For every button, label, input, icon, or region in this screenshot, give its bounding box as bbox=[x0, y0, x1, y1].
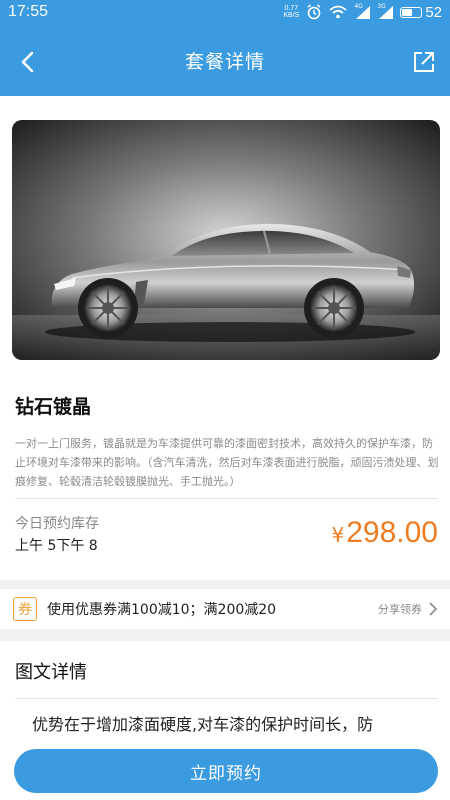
hero-section bbox=[0, 96, 450, 370]
status-time: 17:55 bbox=[8, 3, 49, 20]
share-coupon-link[interactable]: 分享领券 bbox=[378, 601, 422, 617]
net-speed: 0.77 KB/S bbox=[283, 5, 299, 19]
product-description: 一对一上门服务，镀晶就是为车漆提供可靠的漆面密封技术，高效持久的保护车漆，防止环… bbox=[15, 437, 439, 488]
stock-label: 今日预约库存 bbox=[15, 516, 99, 532]
divider bbox=[15, 698, 438, 699]
price: ¥ 298.00 bbox=[332, 516, 439, 550]
battery-level: 52 bbox=[425, 3, 442, 21]
page-title: 套餐详情 bbox=[184, 50, 265, 73]
alarm-icon bbox=[307, 4, 321, 20]
price-amount: 298.00 bbox=[346, 516, 438, 549]
status-bar: 17:55 0.77 KB/S 4G 3G 52 bbox=[0, 0, 450, 24]
signal-3g-icon: 3G bbox=[377, 3, 394, 19]
net-speed-value: 0.77 bbox=[284, 5, 299, 12]
coupon-text: 使用优惠券满100减10；满200减20 bbox=[47, 602, 277, 618]
net-speed-unit: KB/S bbox=[283, 12, 300, 19]
signal-4g-label: 4G bbox=[354, 3, 363, 10]
wifi-icon bbox=[329, 5, 347, 19]
battery: 52 bbox=[400, 4, 442, 21]
coupon-icon: 券 bbox=[13, 597, 37, 621]
bottom-bar: 立即预约 bbox=[0, 742, 450, 800]
chevron-right-icon bbox=[429, 602, 438, 616]
detail-body: 优势在于增加漆面硬度,对车漆的保护时间长，防 bbox=[32, 715, 374, 734]
coupon-row[interactable]: 券 使用优惠券满100减10；满200减20 分享领券 bbox=[0, 589, 450, 629]
battery-icon bbox=[400, 6, 423, 18]
product-name: 钻石镀晶 bbox=[15, 396, 92, 418]
stock-value: 上午 5下午 8 bbox=[15, 538, 98, 554]
book-now-button[interactable]: 立即预约 bbox=[14, 749, 438, 793]
signal-3g-label: 3G bbox=[377, 3, 386, 10]
detail-title: 图文详情 bbox=[15, 662, 87, 683]
price-currency: ¥ bbox=[331, 523, 345, 547]
share-external-icon[interactable] bbox=[412, 50, 436, 74]
divider bbox=[15, 498, 438, 499]
car-image bbox=[12, 120, 440, 360]
status-icons: 0.77 KB/S 4G 3G 52 bbox=[283, 3, 442, 21]
chevron-left-icon[interactable] bbox=[14, 48, 42, 76]
signal-4g-icon: 4G bbox=[354, 3, 371, 19]
nav-bar: 套餐详情 bbox=[0, 24, 450, 96]
product-info: 钻石镀晶 一对一上门服务，镀晶就是为车漆提供可靠的漆面密封技术，高效持久的保护车… bbox=[0, 370, 450, 580]
